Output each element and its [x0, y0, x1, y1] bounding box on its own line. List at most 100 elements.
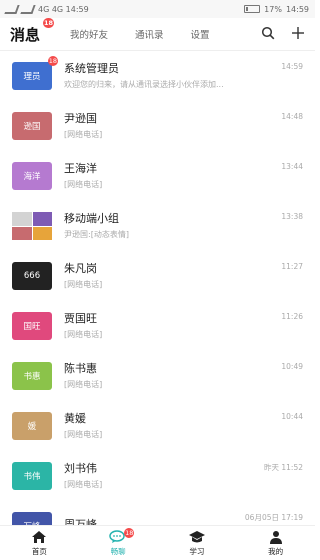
conversation-meta: 移动端小组 尹逊国:[动态表情]	[64, 212, 303, 241]
unread-badge: 18	[42, 17, 55, 28]
conversation-meta: 朱凡岗 [网络电话]	[64, 262, 303, 291]
signal-icon-2	[20, 4, 36, 14]
contact-name: 王海洋	[64, 161, 97, 175]
avatar: 媛	[12, 412, 52, 440]
message-time: 10:44	[281, 412, 303, 421]
avatar: 理员 18	[12, 56, 58, 90]
nav-home[interactable]: 首页	[0, 526, 79, 560]
group-avatar-tile	[12, 226, 32, 240]
conversation-list: 理员 18 系统管理员 欢迎您的归来，请从通讯录选择小伙伴添加... 14:59…	[0, 51, 315, 526]
nav-label: 我的	[268, 546, 284, 556]
user-icon	[269, 530, 282, 544]
nav-learn[interactable]: 学习	[158, 526, 237, 560]
status-left-text: 4G 4G 14:59	[38, 4, 89, 14]
nav-chat[interactable]: 18 畅聊	[79, 526, 158, 560]
message-time: 14:59	[281, 62, 303, 71]
nav-label: 畅聊	[110, 546, 126, 556]
contact-name: 朱凡岗	[64, 261, 97, 275]
top-icons	[259, 24, 307, 42]
message-preview: [网络电话]	[64, 329, 103, 339]
contact-name: 贾国旺	[64, 311, 97, 325]
contact-name: 移动端小组	[64, 211, 119, 225]
battery-level: 17%	[264, 4, 282, 14]
message-time: 14:48	[281, 112, 303, 121]
message-preview: [网络电话]	[64, 129, 103, 139]
message-preview: [网络电话]	[64, 379, 103, 389]
group-avatar-tile	[32, 226, 52, 240]
avatar: 逊国	[12, 112, 52, 140]
battery-icon	[244, 5, 261, 13]
message-time: 昨天 11:52	[264, 463, 303, 472]
conversation-row[interactable]: 逊国 尹逊国 [网络电话] 14:48	[0, 101, 315, 151]
message-time: 13:44	[281, 162, 303, 171]
home-icon	[32, 530, 47, 543]
tab-messages[interactable]: 消息 18	[10, 17, 55, 45]
avatar-text: 海洋	[23, 172, 41, 182]
top-bar: 消息 18 我的好友 通讯录 设置	[0, 17, 315, 51]
tab-label: 设置	[190, 30, 210, 41]
message-time: 06月05日 17:19	[244, 513, 303, 522]
tab-label: 消息	[10, 25, 41, 44]
unread-badge: 18	[47, 56, 58, 66]
message-time: 10:49	[281, 362, 303, 371]
avatar-text: 国旺	[23, 322, 41, 332]
conversation-row[interactable]: 书惠 陈书惠 [网络电话] 10:49	[0, 351, 315, 401]
message-time: 13:38	[281, 212, 303, 221]
status-right: 17% 14:59	[244, 5, 309, 14]
status-time: 14:59	[285, 4, 309, 14]
conversation-meta: 王海洋 [网络电话]	[64, 162, 303, 191]
message-time: 11:26	[281, 312, 303, 321]
conversation-row[interactable]: 海洋 王海洋 [网络电话] 13:44	[0, 151, 315, 201]
message-preview: [网络电话]	[64, 279, 103, 289]
contact-name: 黄媛	[64, 411, 86, 425]
contact-name: 陈书惠	[64, 361, 97, 375]
avatar-text: 书惠	[23, 372, 41, 382]
status-bar: 4G 4G 14:59 17% 14:59	[0, 0, 315, 18]
contact-name: 系统管理员	[64, 61, 119, 75]
tab-contacts[interactable]: 通讯录	[135, 27, 164, 41]
conversation-row[interactable]: 媛 黄媛 [网络电话] 10:44	[0, 401, 315, 451]
nav-label: 学习	[189, 546, 205, 556]
message-preview: [网络电话]	[64, 429, 103, 439]
signal-icon	[4, 4, 20, 14]
conversation-row[interactable]: 书伟 刘书伟 [网络电话] 昨天 11:52	[0, 451, 315, 501]
avatar-text: 逊国	[23, 122, 41, 132]
conversation-meta: 陈书惠 [网络电话]	[64, 362, 303, 391]
avatar-text: 理员	[23, 72, 41, 82]
conversation-meta: 尹逊国 [网络电话]	[64, 112, 303, 141]
conversation-meta: 贾国旺 [网络电话]	[64, 312, 303, 341]
conversation-meta: 系统管理员 欢迎您的归来，请从通讯录选择小伙伴添加...	[64, 62, 303, 91]
nav-me[interactable]: 我的	[236, 526, 315, 560]
message-preview: 尹逊国:[动态表情]	[64, 229, 129, 239]
unread-badge: 18	[124, 528, 135, 538]
contact-name: 尹逊国	[64, 111, 97, 125]
message-time: 11:27	[281, 262, 303, 271]
conversation-row[interactable]: 国旺 贾国旺 [网络电话] 11:26	[0, 301, 315, 351]
search-icon[interactable]	[259, 24, 277, 42]
conversation-row[interactable]: 666 朱凡岗 [网络电话] 11:27	[0, 251, 315, 301]
plus-icon[interactable]	[289, 24, 307, 42]
avatar: 万峰	[12, 512, 52, 526]
status-left: 4G 4G 14:59	[4, 4, 89, 14]
avatar: 书伟	[12, 462, 52, 490]
avatar: 海洋	[12, 162, 52, 190]
message-preview: [网络电话]	[64, 479, 103, 489]
avatar-text: 媛	[27, 422, 37, 432]
message-preview: 欢迎您的归来，请从通讯录选择小伙伴添加...	[64, 79, 224, 89]
group-avatar-tile	[32, 212, 52, 226]
tab-label: 我的好友	[70, 30, 109, 41]
avatar-text: 书伟	[23, 472, 41, 482]
conversation-meta: 黄媛 [网络电话]	[64, 412, 303, 441]
avatar: 国旺	[12, 312, 52, 340]
avatar: 书惠	[12, 362, 52, 390]
bottom-nav: 首页 18 畅聊 学习 我的	[0, 525, 315, 560]
conversation-row[interactable]: 理员 18 系统管理员 欢迎您的归来，请从通讯录选择小伙伴添加... 14:59	[0, 51, 315, 101]
group-avatar-tile	[12, 212, 32, 226]
message-preview: [网络电话]	[64, 179, 103, 189]
nav-label: 首页	[31, 546, 47, 556]
conversation-row[interactable]: 移动端小组 尹逊国:[动态表情] 13:38	[0, 201, 315, 251]
tab-settings[interactable]: 设置	[191, 27, 210, 41]
conversation-row[interactable]: 万峰 周万峰 06月05日 17:19	[0, 501, 315, 526]
tab-my-friends[interactable]: 我的好友	[70, 27, 108, 41]
group-avatar	[12, 212, 52, 240]
